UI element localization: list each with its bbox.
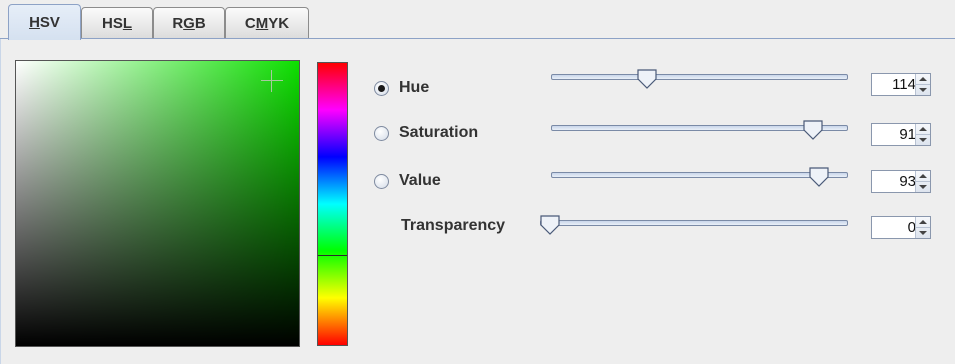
value-slider[interactable]	[551, 167, 848, 189]
tab-strip: HSV HSL RGB CMYK	[0, 0, 955, 40]
value-spinner[interactable]: 93	[871, 170, 931, 193]
tab-cmyk[interactable]: CMYK	[225, 7, 309, 38]
saturation-slider-thumb[interactable]	[803, 120, 823, 140]
value-label: Value	[399, 172, 441, 189]
saturation-spinner-value[interactable]: 91	[872, 124, 916, 145]
value-spinner-arrows[interactable]	[915, 171, 930, 192]
tab-rgb-mnemonic: G	[183, 14, 195, 32]
value-slider-track	[551, 172, 848, 178]
tab-cmyk-label-pre: C	[244, 14, 256, 32]
spinner-up-icon[interactable]	[919, 220, 927, 224]
spinner-up-icon[interactable]	[919, 127, 927, 131]
hue-spinner-value[interactable]: 114	[872, 74, 916, 95]
value-spinner-value[interactable]: 93	[872, 171, 916, 192]
tab-rgb[interactable]: RGB	[153, 7, 225, 38]
tab-cmyk-label-post: YK	[268, 14, 290, 32]
transparency-spinner-value[interactable]: 0	[872, 217, 916, 238]
saturation-spinner[interactable]: 91	[871, 123, 931, 146]
spinner-up-icon[interactable]	[919, 77, 927, 81]
hue-radio[interactable]	[374, 81, 389, 96]
transparency-slider[interactable]	[540, 215, 848, 237]
tab-rgb-label-pre: R	[172, 14, 184, 32]
transparency-label: Transparency	[401, 217, 506, 234]
hue-label: Hue	[399, 79, 430, 96]
tab-hsv-mnemonic: H	[29, 14, 40, 31]
spinner-down-icon[interactable]	[919, 231, 927, 235]
transparency-slider-track	[540, 220, 848, 226]
saturation-radio[interactable]	[374, 126, 389, 141]
hue-slider[interactable]	[551, 69, 848, 91]
value-radio[interactable]	[374, 174, 389, 189]
value-slider-thumb[interactable]	[809, 167, 829, 187]
saturation-slider[interactable]	[551, 120, 848, 142]
tab-rgb-label-post: B	[194, 14, 206, 32]
hue-spinner[interactable]: 114	[871, 73, 931, 96]
tab-hsv-label: SV	[39, 14, 60, 31]
hue-strip-picker[interactable]	[317, 62, 348, 346]
hue-marker	[318, 255, 347, 256]
tab-hsl[interactable]: HSL	[81, 7, 153, 38]
hue-slider-thumb[interactable]	[637, 69, 657, 89]
hue-spinner-arrows[interactable]	[915, 74, 930, 95]
spinner-down-icon[interactable]	[919, 185, 927, 189]
hue-slider-track	[551, 74, 848, 80]
tab-hsl-mnemonic: L	[122, 14, 132, 32]
saturation-label: Saturation	[399, 124, 479, 141]
transparency-spinner-arrows[interactable]	[915, 217, 930, 238]
saturation-value-picker[interactable]	[15, 60, 300, 347]
tab-hsv[interactable]: HSV	[8, 4, 81, 40]
tab-cmyk-mnemonic: M	[255, 14, 269, 32]
transparency-spinner[interactable]: 0	[871, 216, 931, 239]
saturation-spinner-arrows[interactable]	[915, 124, 930, 145]
tab-hsl-label: HS	[101, 14, 123, 32]
spinner-down-icon[interactable]	[919, 88, 927, 92]
transparency-slider-thumb[interactable]	[540, 215, 560, 235]
spinner-up-icon[interactable]	[919, 174, 927, 178]
spinner-down-icon[interactable]	[919, 138, 927, 142]
